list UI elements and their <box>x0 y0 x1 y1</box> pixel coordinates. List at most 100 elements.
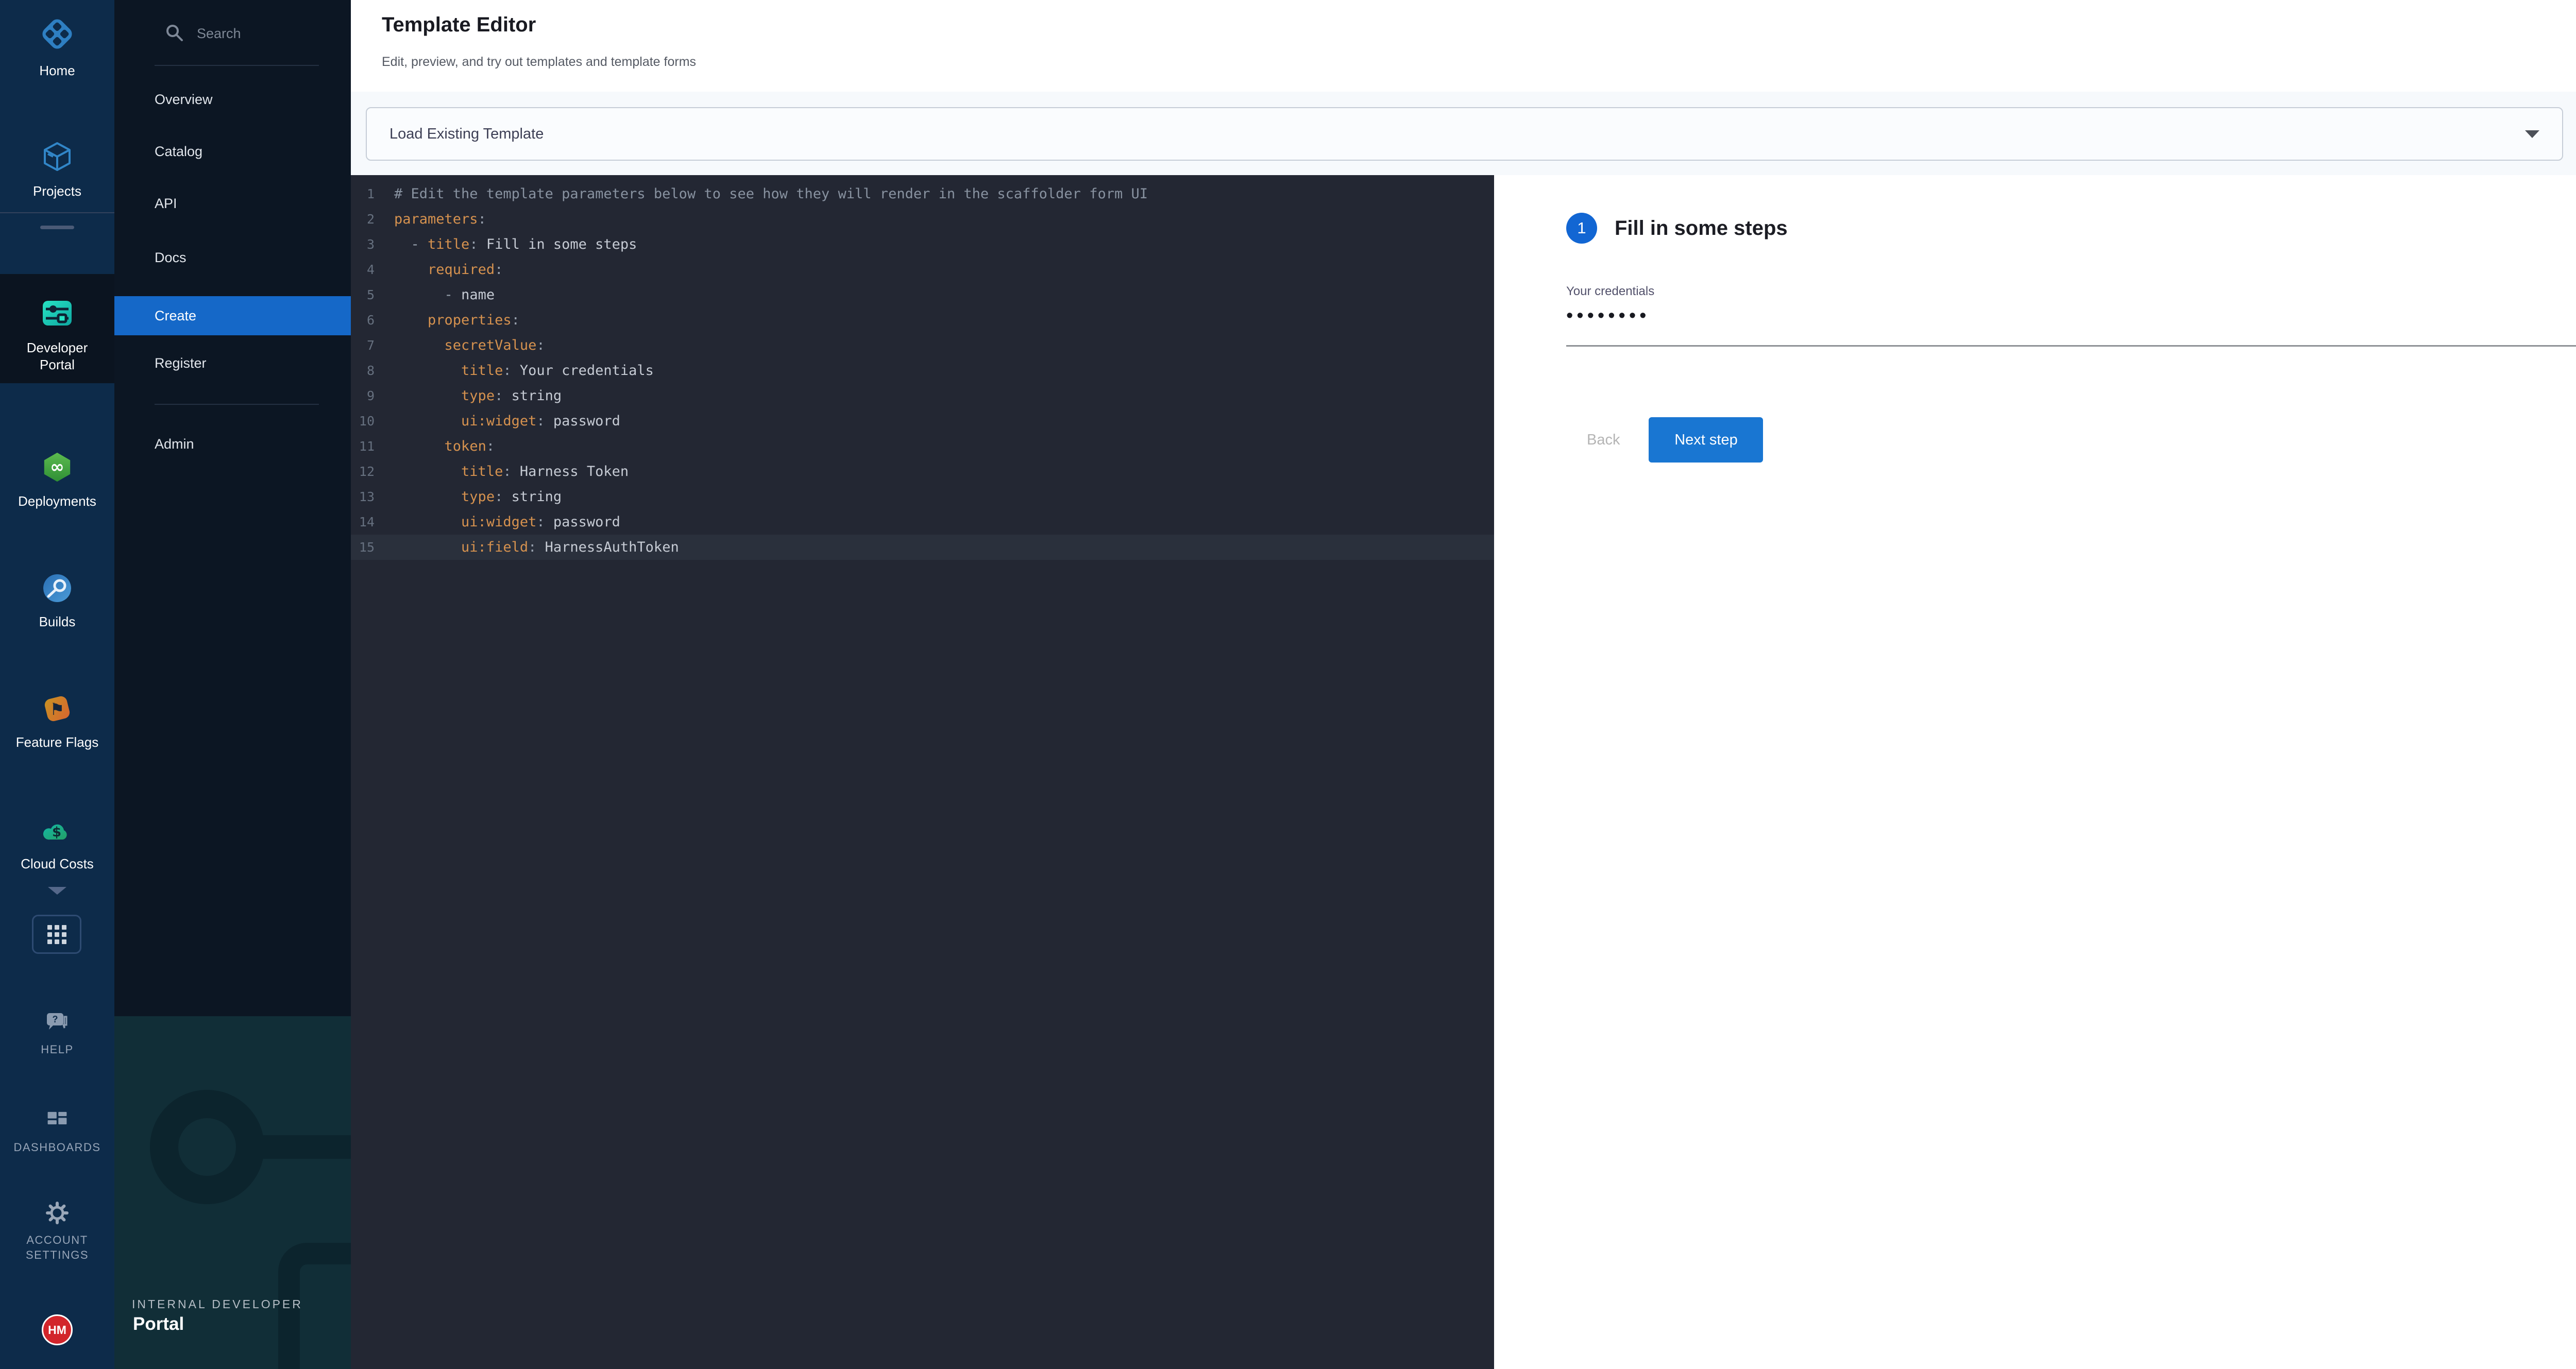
chevron-down-icon[interactable] <box>48 887 66 895</box>
code-text: - title: Fill in some steps <box>394 236 637 252</box>
line-number: 14 <box>351 515 375 529</box>
sidebar-item-label: Developer Portal <box>19 339 96 373</box>
code-text: - name <box>394 287 495 303</box>
gear-icon <box>45 1201 69 1227</box>
feature-flags-icon: ⚑ <box>42 693 73 727</box>
load-template-select[interactable]: Load Existing Template <box>366 107 2563 161</box>
credentials-password-input[interactable]: •••••••• <box>1566 305 1650 327</box>
line-number: 1 <box>351 186 375 201</box>
code-text: parameters: <box>394 211 486 227</box>
code-text: token: <box>394 438 495 454</box>
line-number: 11 <box>351 439 375 454</box>
sidebar-item-projects[interactable]: Projects <box>0 140 114 200</box>
developer-portal-icon <box>41 297 74 332</box>
search-input[interactable]: Search <box>114 15 351 52</box>
sidebar-item-label: Cloud Costs <box>21 855 94 872</box>
line-number: 15 <box>351 540 375 555</box>
sidebar-item-register[interactable]: Register <box>155 354 207 372</box>
sidebar-item-feature-flags[interactable]: ⚑ Feature Flags <box>0 693 114 751</box>
code-line-4[interactable]: 4 required: <box>351 257 1494 282</box>
deployments-hexagon-icon: ∞ <box>41 451 73 486</box>
line-number: 13 <box>351 489 375 504</box>
sidebar-item-api[interactable]: API <box>155 195 177 212</box>
portal-brand-footer: INTERNAL DEVELOPER Portal <box>114 1016 351 1369</box>
code-text: type: string <box>394 388 562 404</box>
code-text: # Edit the template parameters below to … <box>394 186 1148 202</box>
line-number: 3 <box>351 237 375 252</box>
sidebar-item-account-settings[interactable]: ACCOUNT SETTINGS <box>0 1201 114 1262</box>
svg-text:⚑: ⚑ <box>50 699 65 719</box>
sidebar-item-label: Projects <box>33 183 81 200</box>
code-editor[interactable]: 1 # Edit the template parameters below to… <box>351 175 1494 1369</box>
code-text: ui:widget: password <box>394 413 620 429</box>
help-chat-icon: ? <box>45 1011 70 1037</box>
sidebar-item-cloud-costs[interactable]: $ Cloud Costs <box>0 816 114 872</box>
sidebar-item-docs[interactable]: Docs <box>155 249 187 266</box>
line-number: 7 <box>351 338 375 353</box>
sidebar-item-admin[interactable]: Admin <box>155 435 194 453</box>
sidebar-item-catalog[interactable]: Catalog <box>155 143 202 160</box>
line-number: 4 <box>351 262 375 277</box>
svg-text:?: ? <box>53 1014 58 1024</box>
sidebar-item-label: DASHBOARDS <box>13 1140 100 1155</box>
code-text: title: Your credentials <box>394 363 654 379</box>
input-underline <box>1566 345 2576 347</box>
nav-divider <box>155 65 319 66</box>
template-picker-row: Load Existing Template <box>351 92 2576 175</box>
main-content: Template Editor Edit, preview, and try o… <box>351 0 2576 1369</box>
code-text: ui:field: HarnessAuthToken <box>394 539 679 555</box>
grid-icon <box>47 925 66 944</box>
sidebar-item-help[interactable]: ? HELP <box>0 1011 114 1057</box>
sidebar-item-deployments[interactable]: ∞ Deployments <box>0 451 114 510</box>
module-sidebar: Home Projects <box>0 0 114 1369</box>
back-button[interactable]: Back <box>1587 432 1620 449</box>
code-line-14[interactable]: 14 ui:widget: password <box>351 509 1494 535</box>
code-text: required: <box>394 262 503 278</box>
sidebar-item-home[interactable]: Home <box>0 15 114 79</box>
svg-text:∞: ∞ <box>50 457 64 477</box>
next-step-button[interactable]: Next step <box>1649 417 1763 463</box>
credentials-field-label: Your credentials <box>1566 284 1654 299</box>
line-number: 2 <box>351 212 375 227</box>
sidebar-item-builds[interactable]: Builds <box>0 573 114 630</box>
cube-icon <box>41 140 74 176</box>
sidebar-item-developer-portal[interactable]: Developer Portal <box>0 297 114 373</box>
circuit-decoration <box>261 1135 351 1159</box>
step-header: 1 Fill in some steps <box>1566 213 1788 244</box>
code-line-8[interactable]: 8 title: Your credentials <box>351 358 1494 383</box>
user-avatar[interactable]: HM <box>42 1314 73 1345</box>
sidebar-item-label: ACCOUNT SETTINGS <box>16 1233 98 1262</box>
sidebar-item-label: HELP <box>41 1042 73 1057</box>
search-placeholder: Search <box>197 26 241 42</box>
code-line-13[interactable]: 13 type: string <box>351 484 1494 509</box>
code-line-9[interactable]: 9 type: string <box>351 383 1494 408</box>
step-number-badge: 1 <box>1566 213 1597 244</box>
code-text: title: Harness Token <box>394 464 629 480</box>
line-number: 10 <box>351 414 375 429</box>
cloud-dollar-icon: $ <box>42 816 73 848</box>
nav-divider <box>155 404 319 405</box>
code-line-10[interactable]: 10 ui:widget: password <box>351 408 1494 434</box>
drag-handle[interactable] <box>40 226 74 229</box>
code-line-3[interactable]: 3 - title: Fill in some steps <box>351 232 1494 257</box>
sidebar-item-overview[interactable]: Overview <box>155 91 213 108</box>
sidebar-item-label: Builds <box>39 613 76 630</box>
line-number: 9 <box>351 388 375 403</box>
code-line-15[interactable]: 15 ui:field: HarnessAuthToken <box>351 535 1494 560</box>
sidebar-item-create[interactable]: Create <box>114 296 351 335</box>
code-line-5[interactable]: 5 - name <box>351 282 1494 307</box>
code-line-11[interactable]: 11 token: <box>351 434 1494 459</box>
page-subtitle: Edit, preview, and try out templates and… <box>382 55 696 70</box>
module-picker-button[interactable] <box>32 915 81 954</box>
code-line-1[interactable]: 1 # Edit the template parameters below to… <box>351 181 1494 207</box>
app-root: Home Projects <box>0 0 2576 1369</box>
code-line-7[interactable]: 7 secretValue: <box>351 333 1494 358</box>
code-text: secretValue: <box>394 337 545 353</box>
sidebar-item-dashboards[interactable]: DASHBOARDS <box>0 1108 114 1155</box>
code-line-12[interactable]: 12 title: Harness Token <box>351 459 1494 484</box>
nav-divider <box>0 212 114 213</box>
code-line-6[interactable]: 6 properties: <box>351 307 1494 333</box>
portal-sidebar: Search Overview Catalog API Docs Create … <box>114 0 351 1369</box>
code-line-2[interactable]: 2 parameters: <box>351 207 1494 232</box>
line-number: 5 <box>351 287 375 302</box>
